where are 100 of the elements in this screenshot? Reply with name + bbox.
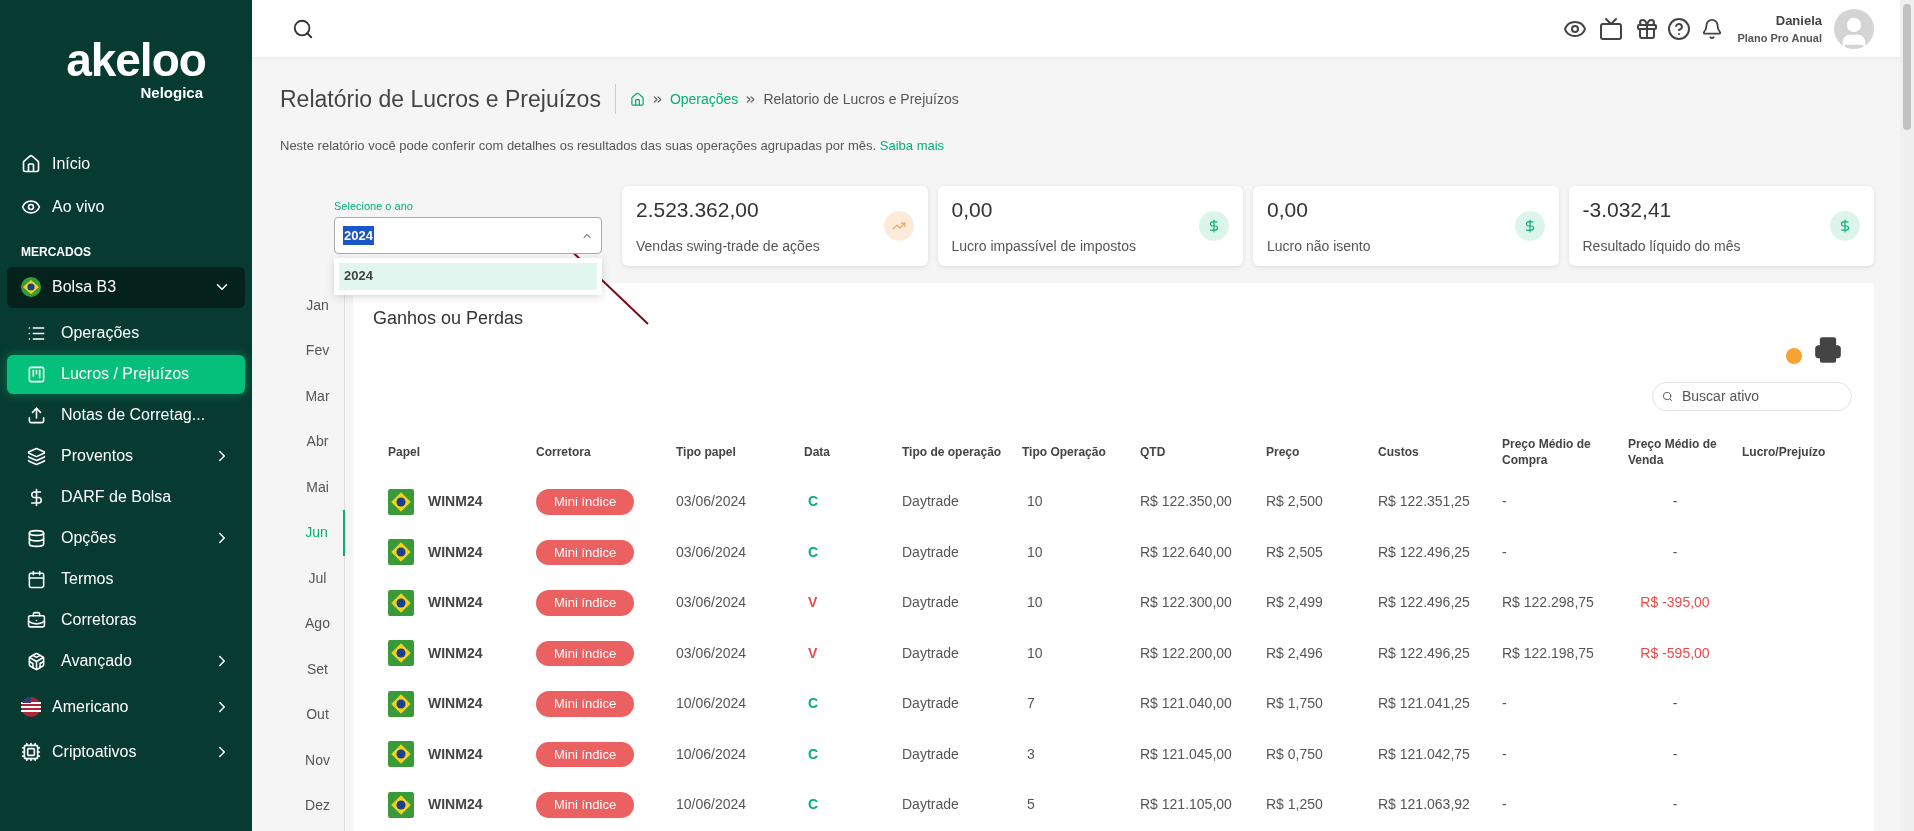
field-label: Selecione o ano [334,198,414,214]
month-tab[interactable]: Fev [290,328,345,374]
stat-label: Lucro impassível de impostos [951,236,1137,256]
month-tab[interactable]: Out [290,692,345,738]
table-cell-text: WINM24 [428,643,483,663]
table-cell-text: WINM24 [428,694,483,714]
table-cell-text: V [807,643,819,663]
table-cell-text: 10 [1026,643,1044,663]
user-plan: Plano Pro Anual [1737,31,1822,46]
table-cell-text: WINM24 [428,492,483,512]
table-cell-text: Daytrade [902,744,960,764]
table-cell-text: R$ 122.350,00 [1140,492,1233,512]
column-header: Papel [388,443,421,460]
table-cell-text: R$ 122.351,25 [1378,492,1471,512]
table-cell-text: Daytrade [902,542,960,562]
table-cell-text: C [807,694,820,714]
month-tab[interactable]: Abr [290,419,345,465]
page-description: Neste relatório você pode conferir com detalhes os resultados das suas operações agrupadas por mês. Saiba mais [280,137,946,155]
nav-item[interactable]: Início [7,142,245,186]
table-cell-text: C [807,542,820,562]
nav-item[interactable]: DARF de Bolsa [7,477,245,517]
column-header: Preço Médio de Compra [1502,435,1592,468]
broker-tag: Mini índice [536,539,635,565]
table-cell-text: R$ 122.496,25 [1378,542,1471,562]
stat-value: 2.523.362,00 [636,197,760,224]
month-tab[interactable]: Ago [290,601,345,647]
table-cell-text: R$ 122.198,75 [1502,643,1595,663]
month-tab[interactable]: Set [290,646,345,692]
column-header: Preço [1266,443,1301,460]
table-cell-text: 10/06/2024 [676,694,748,714]
year-select[interactable]: 2024 [334,217,602,254]
table-cell-text: WINM24 [428,542,483,562]
nav-item[interactable]: Notas de Corretag... [7,395,245,435]
table-cell-text: Daytrade [902,795,960,815]
table-cell-text: - [1502,795,1508,815]
stat-label: Lucro não isento [1267,236,1372,256]
dropdown-option[interactable]: 2024 [339,262,597,290]
table-cell-text: - [1671,492,1679,512]
table-cell-text: R$ 1,250 [1266,795,1324,815]
table-cell-text: C [807,744,820,764]
table-cell-text: Daytrade [902,694,960,714]
table-cell-text: C [807,492,820,512]
table-cell-text: 10 [1026,593,1044,613]
month-tab[interactable]: Dez [290,783,345,829]
search-field[interactable]: Buscar ativo [1652,381,1852,411]
table-cell-text: 03/06/2024 [676,542,748,562]
table-cell-text: - [1671,744,1679,764]
table-cell-text: Daytrade [902,643,960,663]
market-item[interactable]: Americano [7,686,245,728]
column-header: Corretora [536,443,592,460]
nav-item[interactable]: Corretoras [7,600,245,640]
table-cell-text: 10 [1026,542,1044,562]
table-cell-text: R$ 122.496,25 [1378,593,1471,613]
column-header: Preço Médio de Venda [1628,435,1718,468]
table-cell-text: R$ 121.063,92 [1378,795,1471,815]
table-cell-text: - [1671,542,1679,562]
table-cell-text: R$ -395,00 [1639,593,1711,613]
nav-item[interactable]: Ao vivo [7,185,245,229]
table-cell-text: - [1502,744,1508,764]
table-cell-text: C [807,795,820,815]
month-tab[interactable]: Mai [290,464,345,510]
nav-item[interactable]: Proventos [7,436,245,476]
nav-item[interactable]: Opções [7,518,245,558]
table-cell-text: V [807,593,819,613]
stat-value: 0,00 [1267,197,1309,224]
table-cell-text: - [1671,694,1679,714]
table-cell-text: R$ 1,750 [1266,694,1324,714]
table-cell-text: WINM24 [428,593,483,613]
nav-item[interactable]: Avançado [7,641,245,681]
table-cell-text: R$ -595,00 [1639,643,1711,663]
table-cell-text: R$ 121.105,00 [1140,795,1233,815]
month-tab[interactable]: Jul [290,555,345,601]
stat-value: 0,00 [951,197,994,224]
table-cell-text: R$ 2,505 [1266,542,1324,562]
month-tab[interactable]: Mar [290,373,345,419]
column-header: Tipo papel [676,443,737,460]
table-cell-text: R$ 2,496 [1266,643,1324,663]
table-cell-text: - [1502,492,1508,512]
broker-tag: Mini índice [536,590,635,616]
stat-label: Resultado líquido do mês [1582,236,1742,256]
page-title: Relatório de Lucros e Prejuízos [280,84,601,114]
table-cell-text: Daytrade [902,593,960,613]
user-name: Daniela [1775,11,1822,30]
column-header: Lucro/Prejuízo [1742,443,1827,460]
broker-tag: Mini índice [536,792,635,818]
market-item[interactable]: Bolsa B3 [7,266,245,308]
market-item[interactable]: Criptoativos [7,731,245,773]
nav-item[interactable]: Termos [7,559,245,599]
table-cell-text: WINM24 [428,795,483,815]
month-tab[interactable]: Nov [290,737,345,783]
table-cell-text: 10/06/2024 [676,744,748,764]
column-header: Tipo Operação [1022,443,1107,460]
column-header: Data [804,443,831,460]
table-cell-text: 10/06/2024 [676,795,748,815]
breadcrumb-current: Relatorio de Lucros e Prejuízos [763,89,959,109]
table-cell-text: R$ 0,750 [1266,744,1324,764]
table-cell-text: R$ 122.298,75 [1502,593,1595,613]
table-cell-text: R$ 122.640,00 [1140,542,1233,562]
nav-item[interactable]: Operações [7,313,245,353]
section-heading: MERCADOS [20,243,92,261]
